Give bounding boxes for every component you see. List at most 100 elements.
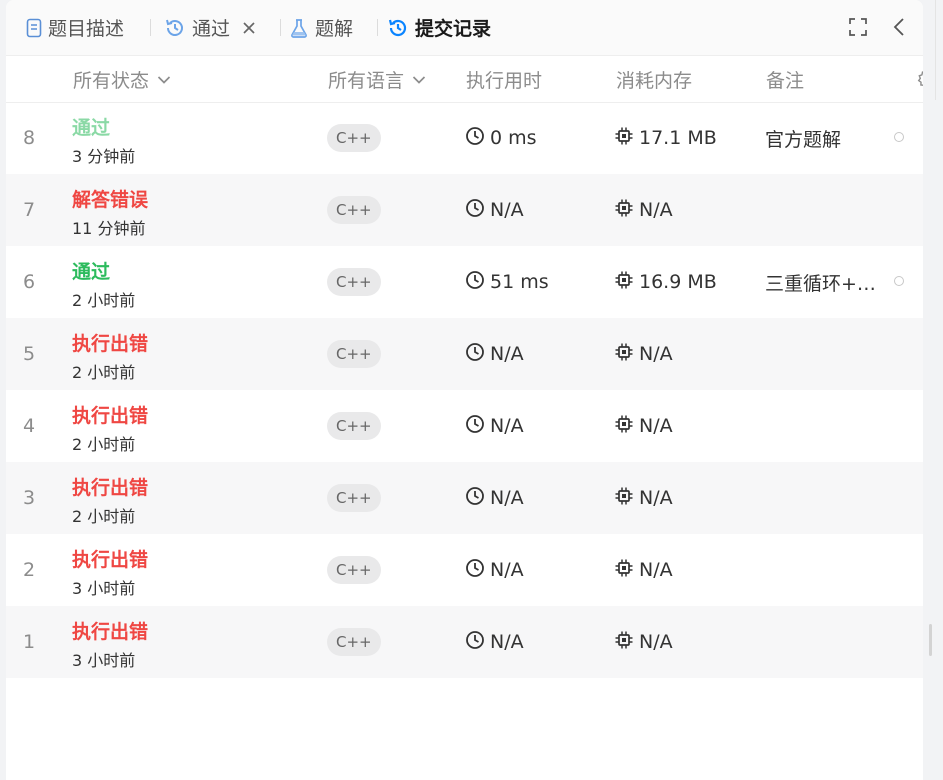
language-badge: C++ <box>327 556 381 584</box>
chevron-left-icon[interactable] <box>887 15 911 39</box>
tab-divider <box>377 19 378 36</box>
chip-icon <box>614 414 639 439</box>
memory-cell: N/A <box>614 174 673 246</box>
fullscreen-icon[interactable] <box>846 15 870 39</box>
memory-value: 17.1 MB <box>639 127 717 149</box>
history-icon <box>164 17 186 39</box>
clock-icon <box>465 630 490 655</box>
chip-icon <box>614 198 639 223</box>
submission-status[interactable]: 执行出错 <box>72 473 148 500</box>
runtime-cell: N/A <box>465 174 524 246</box>
table-row[interactable]: 1 执行出错 3 小时前 C++ N/A N/A <box>6 606 923 678</box>
memory-cell: N/A <box>614 534 673 606</box>
chip-icon <box>614 558 639 583</box>
memory-header[interactable]: 消耗内存 <box>616 56 692 102</box>
memory-cell: N/A <box>614 606 673 678</box>
clock-icon <box>465 486 490 511</box>
runtime-cell: N/A <box>465 318 524 390</box>
language-badge: C++ <box>327 484 381 512</box>
submission-time: 3 小时前 <box>72 651 136 670</box>
language-badge: C++ <box>327 124 381 152</box>
memory-cell: 17.1 MB <box>614 102 717 174</box>
language-badge: C++ <box>327 628 381 656</box>
submission-time: 2 小时前 <box>72 435 136 454</box>
submission-status[interactable]: 通过 <box>72 257 110 284</box>
runtime-cell: 0 ms <box>465 102 537 174</box>
note-header: 备注 <box>766 69 805 92</box>
chip-icon <box>614 342 639 367</box>
settings-gear-icon[interactable] <box>909 56 923 102</box>
status-filter-label: 所有状态 <box>73 69 150 92</box>
close-icon[interactable] <box>242 21 256 35</box>
submission-time: 11 分钟前 <box>72 219 146 238</box>
runtime-value: N/A <box>490 199 524 221</box>
chevron-down-icon <box>149 68 171 90</box>
submission-index: 6 <box>23 271 36 293</box>
clock-icon <box>465 198 490 223</box>
submission-index: 3 <box>23 487 36 509</box>
table-row[interactable]: 6 通过 2 小时前 C++ 51 ms 16.9 MB 三重循环+… <box>6 246 923 318</box>
tab-solutions-label: 题解 <box>315 18 354 40</box>
clock-icon <box>465 270 490 295</box>
memory-cell: N/A <box>614 462 673 534</box>
clock-icon <box>465 558 490 583</box>
memory-value: N/A <box>639 415 673 437</box>
memory-value: N/A <box>639 199 673 221</box>
submission-note[interactable]: 官方题解 <box>765 102 883 174</box>
clock-icon <box>465 414 490 439</box>
submission-status[interactable]: 通过 <box>72 113 110 140</box>
table-row[interactable]: 3 执行出错 2 小时前 C++ N/A N/A <box>6 462 923 534</box>
runtime-cell: N/A <box>465 534 524 606</box>
tab-description[interactable]: 题目描述 <box>26 0 124 55</box>
scrollbar-thumb[interactable] <box>929 624 932 656</box>
history-icon <box>387 17 409 39</box>
chip-icon <box>614 270 639 295</box>
tab-result-label: 通过 <box>192 18 231 40</box>
clock-icon <box>465 126 490 151</box>
status-filter[interactable]: 所有状态 <box>73 56 171 102</box>
submission-time: 2 小时前 <box>72 363 136 382</box>
runtime-value: N/A <box>490 487 524 509</box>
runtime-cell: N/A <box>465 606 524 678</box>
table-row[interactable]: 7 解答错误 11 分钟前 C++ N/A N/A <box>6 174 923 246</box>
runtime-header[interactable]: 执行用时 <box>466 56 542 102</box>
flask-icon <box>289 18 309 38</box>
clock-icon <box>465 342 490 367</box>
submissions-list: 8 通过 3 分钟前 C++ 0 ms 17.1 MB 官方题解 7 解答错误 11 分钟前 C++… <box>6 102 923 678</box>
submission-note[interactable]: 三重循环+… <box>765 246 883 318</box>
table-row[interactable]: 5 执行出错 2 小时前 C++ N/A N/A <box>6 318 923 390</box>
submission-index: 7 <box>23 199 36 221</box>
language-badge: C++ <box>327 196 381 224</box>
runtime-value: 0 ms <box>490 127 537 149</box>
memory-value: 16.9 MB <box>639 271 717 293</box>
chip-icon <box>614 126 639 151</box>
note-indicator-icon[interactable] <box>894 132 904 142</box>
memory-value: N/A <box>639 559 673 581</box>
runtime-value: N/A <box>490 631 524 653</box>
table-row[interactable]: 4 执行出错 2 小时前 C++ N/A N/A <box>6 390 923 462</box>
runtime-value: N/A <box>490 415 524 437</box>
submission-status[interactable]: 执行出错 <box>72 545 148 572</box>
tab-submissions[interactable]: 提交记录 <box>387 0 491 55</box>
submission-status[interactable]: 执行出错 <box>72 617 148 644</box>
table-header: 所有状态 所有语言 执行用时 消耗内存 备注 <box>6 56 923 103</box>
submission-index: 2 <box>23 559 36 581</box>
tab-solutions[interactable]: 题解 <box>289 0 353 55</box>
memory-value: N/A <box>639 343 673 365</box>
submission-time: 2 小时前 <box>72 507 136 526</box>
table-row[interactable]: 2 执行出错 3 小时前 C++ N/A N/A <box>6 534 923 606</box>
submission-index: 4 <box>23 415 36 437</box>
tab-divider <box>280 19 281 36</box>
language-filter[interactable]: 所有语言 <box>328 56 426 102</box>
tab-divider <box>150 19 151 36</box>
submission-status[interactable]: 执行出错 <box>72 401 148 428</box>
note-indicator-icon[interactable] <box>894 276 904 286</box>
chip-icon <box>614 486 639 511</box>
submission-status[interactable]: 解答错误 <box>72 185 148 212</box>
submission-index: 5 <box>23 343 36 365</box>
tab-result[interactable]: 通过 <box>164 0 256 55</box>
submission-status[interactable]: 执行出错 <box>72 329 148 356</box>
submission-index: 8 <box>23 127 36 149</box>
tab-description-label: 题目描述 <box>48 18 125 40</box>
table-row[interactable]: 8 通过 3 分钟前 C++ 0 ms 17.1 MB 官方题解 <box>6 102 923 174</box>
